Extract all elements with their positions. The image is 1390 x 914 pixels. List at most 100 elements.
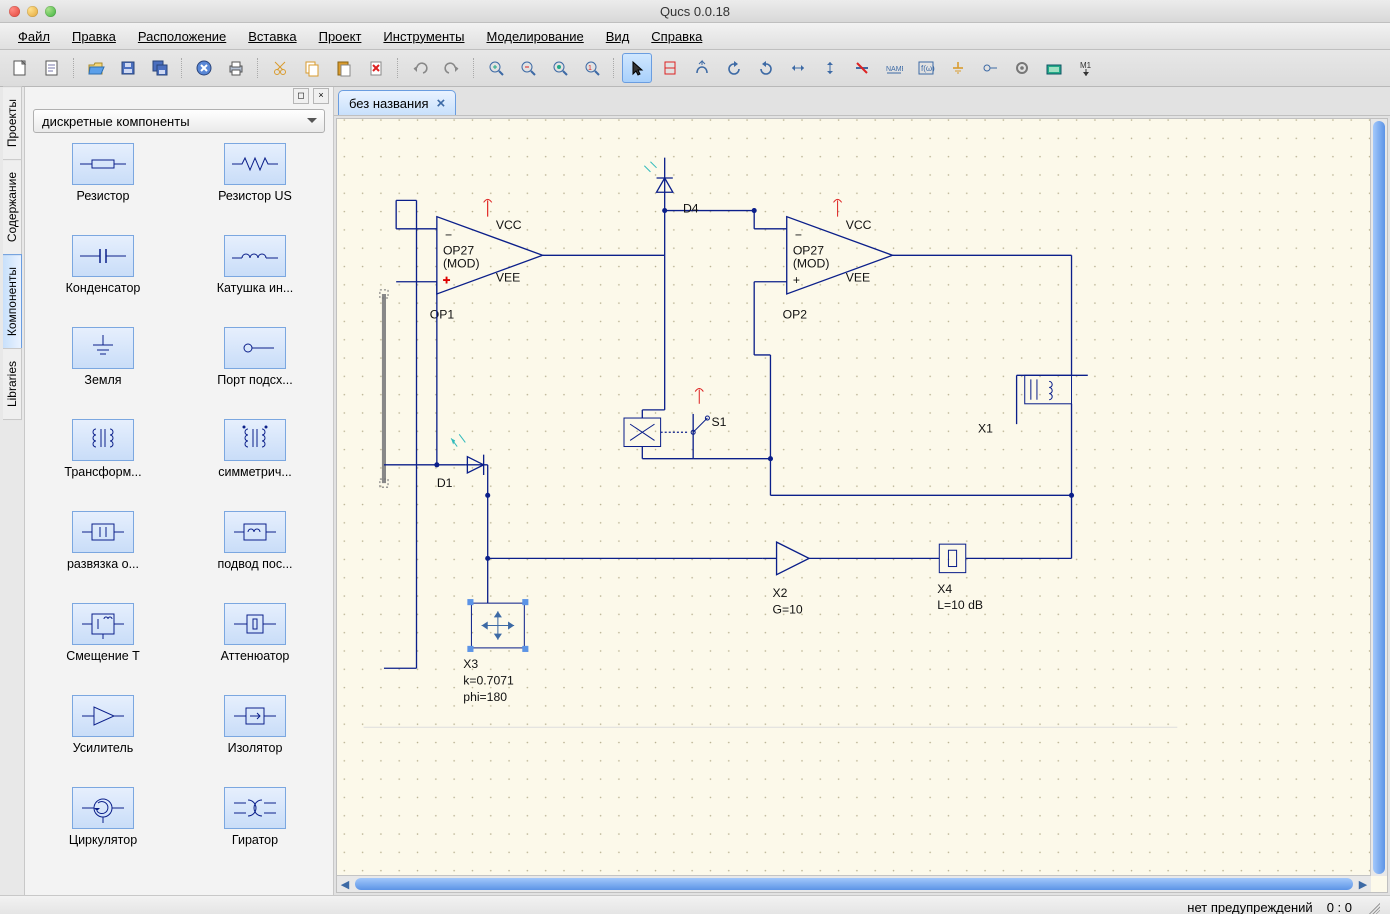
svg-text:f(ω): f(ω): [921, 64, 935, 73]
deactivate-icon[interactable]: [848, 54, 876, 82]
resize-grip-icon[interactable]: [1366, 900, 1380, 914]
port-icon[interactable]: [976, 54, 1004, 82]
svg-text:D4: D4: [683, 202, 699, 216]
component-category-select[interactable]: дискретные компоненты: [33, 109, 325, 133]
comp-dcblock[interactable]: развязка о...: [31, 511, 175, 571]
new-text-icon[interactable]: [38, 54, 66, 82]
comp-ground[interactable]: Земля: [31, 327, 175, 387]
svg-text:X1: X1: [978, 421, 993, 435]
svg-text:OP27: OP27: [793, 243, 824, 257]
zoom-in-icon[interactable]: [482, 54, 510, 82]
comp-inductor[interactable]: Катушка ин...: [183, 235, 327, 295]
menu-insert[interactable]: Вставка: [240, 27, 304, 46]
menu-edit[interactable]: Правка: [64, 27, 124, 46]
svg-text:M1: M1: [1080, 61, 1092, 70]
comp-transformer[interactable]: Трансформ...: [31, 419, 175, 479]
rotate-cw-icon[interactable]: [752, 54, 780, 82]
menu-view[interactable]: Вид: [598, 27, 638, 46]
comp-sym-transformer[interactable]: симметрич...: [183, 419, 327, 479]
components-panel: ◻ × дискретные компоненты Резистор Резис…: [25, 87, 334, 895]
svg-text:+: +: [793, 273, 800, 287]
comp-capacitor[interactable]: Конденсатор: [31, 235, 175, 295]
status-coords: 0 : 0: [1327, 900, 1352, 914]
menu-tools[interactable]: Инструменты: [375, 27, 472, 46]
panel-float-icon[interactable]: ◻: [293, 88, 309, 104]
sidetab-libraries[interactable]: Libraries: [3, 348, 22, 420]
sidetab-projects[interactable]: Проекты: [3, 86, 22, 160]
svg-text:VEE: VEE: [846, 271, 870, 285]
save-all-icon[interactable]: [146, 54, 174, 82]
sidetab-contents[interactable]: Содержание: [3, 159, 22, 255]
label-tool-icon[interactable]: [688, 54, 716, 82]
mirror-h-icon[interactable]: [784, 54, 812, 82]
menu-project[interactable]: Проект: [311, 27, 370, 46]
comp-resistor[interactable]: Резистор: [31, 143, 175, 203]
redo-icon[interactable]: [438, 54, 466, 82]
window-title: Qucs 0.0.18: [0, 4, 1390, 19]
marker-icon[interactable]: M1: [1072, 54, 1100, 82]
rotate-ccw-icon[interactable]: [720, 54, 748, 82]
side-tab-strip: Проекты Содержание Компоненты Libraries: [0, 87, 25, 895]
mirror-v-icon[interactable]: [816, 54, 844, 82]
svg-text:L=10 dB: L=10 dB: [937, 598, 983, 612]
comp-gyrator[interactable]: Гиратор: [183, 787, 327, 847]
svg-text:VCC: VCC: [496, 218, 522, 232]
ground-icon[interactable]: [944, 54, 972, 82]
cut-icon[interactable]: [266, 54, 294, 82]
zoom-100-icon[interactable]: 1: [578, 54, 606, 82]
doc-tab-untitled[interactable]: без названия ×: [338, 90, 456, 115]
menu-layout[interactable]: Расположение: [130, 27, 234, 46]
comp-amplifier[interactable]: Усилитель: [31, 695, 175, 755]
save-icon[interactable]: [114, 54, 142, 82]
menu-bar: Файл Правка Расположение Вставка Проект …: [0, 23, 1390, 50]
delete-icon[interactable]: [362, 54, 390, 82]
svg-text:VCC: VCC: [846, 218, 872, 232]
comp-biastee[interactable]: Смещение Т: [31, 603, 175, 663]
wire-tool-icon[interactable]: [656, 54, 684, 82]
comp-dcfeed[interactable]: подвод пос...: [183, 511, 327, 571]
menu-simulation[interactable]: Моделирование: [478, 27, 591, 46]
print-icon[interactable]: [222, 54, 250, 82]
svg-text:−: −: [795, 228, 802, 242]
combo-label: дискретные компоненты: [42, 114, 190, 129]
undo-icon[interactable]: [406, 54, 434, 82]
pointer-tool-icon[interactable]: [622, 53, 652, 83]
svg-text:X4: X4: [937, 582, 952, 596]
open-icon[interactable]: [82, 54, 110, 82]
svg-text:−: −: [445, 228, 452, 242]
comp-circulator[interactable]: Циркулятор: [31, 787, 175, 847]
comp-attenuator[interactable]: Аттенюатор: [183, 603, 327, 663]
close-doc-icon[interactable]: [190, 54, 218, 82]
zoom-out-icon[interactable]: [514, 54, 542, 82]
menu-help[interactable]: Справка: [643, 27, 710, 46]
new-file-icon[interactable]: [6, 54, 34, 82]
sidetab-components[interactable]: Компоненты: [3, 254, 22, 349]
schematic-canvas[interactable]: − + VCC VEE OP27 (MOD) OP1: [336, 118, 1388, 893]
settings-icon[interactable]: [1008, 54, 1036, 82]
comp-subcircuit-port[interactable]: Порт подсх...: [183, 327, 327, 387]
simulate-icon[interactable]: [1040, 54, 1068, 82]
svg-text:phi=180: phi=180: [463, 690, 507, 704]
scroll-left-icon[interactable]: ◀: [337, 877, 353, 891]
svg-text:OP1: OP1: [430, 307, 455, 321]
svg-text:VEE: VEE: [496, 271, 520, 285]
doc-tab-close-icon[interactable]: ×: [437, 95, 446, 112]
equation-icon[interactable]: f(ω): [912, 54, 940, 82]
name-tool-icon[interactable]: NAME: [880, 54, 908, 82]
scroll-right-icon[interactable]: ▶: [1355, 877, 1371, 891]
doc-tab-label: без названия: [349, 96, 429, 111]
document-tabs: без названия ×: [334, 87, 1390, 116]
toolbar: 1 NAME f(ω) M1: [0, 50, 1390, 87]
comp-isolator[interactable]: Изолятор: [183, 695, 327, 755]
menu-file[interactable]: Файл: [10, 27, 58, 46]
paste-icon[interactable]: [330, 54, 358, 82]
horizontal-scrollbar[interactable]: ◀ ▶: [337, 875, 1371, 892]
vertical-scrollbar[interactable]: [1370, 119, 1387, 876]
svg-text:OP27: OP27: [443, 243, 474, 257]
panel-close-icon[interactable]: ×: [313, 88, 329, 104]
zoom-fit-icon[interactable]: [546, 54, 574, 82]
svg-text:G=10: G=10: [772, 602, 802, 616]
component-list[interactable]: Резистор Резистор US Конденсатор Катушка…: [25, 137, 333, 895]
copy-icon[interactable]: [298, 54, 326, 82]
comp-resistor-us[interactable]: Резистор US: [183, 143, 327, 203]
